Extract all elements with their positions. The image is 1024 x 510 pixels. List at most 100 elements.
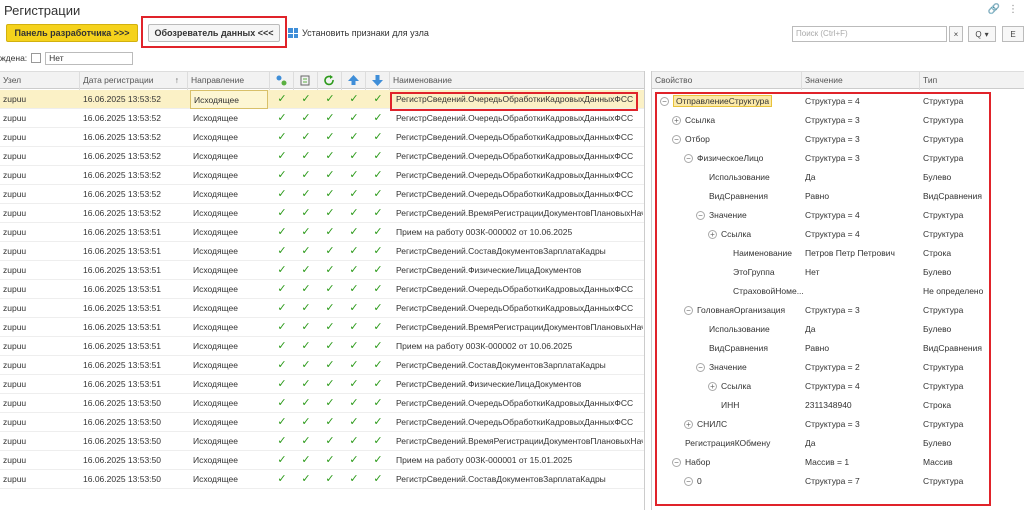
check-icon[interactable]: ✓ [370,470,386,489]
check-icon[interactable]: ✓ [298,413,314,432]
check-icon[interactable]: ✓ [298,204,314,223]
check-icon[interactable]: ✓ [370,223,386,242]
check-icon[interactable]: ✓ [370,356,386,375]
table-row[interactable]: zupuu 16.06.2025 13:53:51 Исходящее ✓ ✓ ✓ ✓ ✓ Пр… [0,223,644,242]
table-row[interactable]: zupuu 16.06.2025 13:53:51 Исходящее ✓ ✓ ✓ ✓ ✓ Ре… [0,242,644,261]
table-row[interactable]: zupuu 16.06.2025 13:53:50 Исходящее ✓ ✓ ✓ ✓ ✓ Ре… [0,470,644,489]
check-icon[interactable]: ✓ [346,166,362,185]
check-icon[interactable]: ✓ [298,451,314,470]
check-icon[interactable]: ✓ [370,147,386,166]
check-icon[interactable]: ✓ [274,185,290,204]
check-icon[interactable]: ✓ [298,280,314,299]
check-icon[interactable]: ✓ [370,337,386,356]
check-icon[interactable]: ✓ [346,470,362,489]
check-icon[interactable]: ✓ [274,166,290,185]
check-icon[interactable]: ✓ [274,413,290,432]
col-property[interactable]: Свойство [652,72,802,90]
check-icon[interactable]: ✓ [322,185,338,204]
check-icon[interactable]: ✓ [322,128,338,147]
check-icon[interactable]: ✓ [346,90,362,109]
check-icon[interactable]: ✓ [274,451,290,470]
check-icon[interactable]: ✓ [274,261,290,280]
check-icon[interactable]: ✓ [322,470,338,489]
check-icon[interactable]: ✓ [322,318,338,337]
check-icon[interactable]: ✓ [298,109,314,128]
col-value[interactable]: Значение [802,72,920,90]
table-row[interactable]: zupuu 16.06.2025 13:53:50 Исходящее ✓ ✓ ✓ ✓ ✓ Ре… [0,413,644,432]
check-icon[interactable]: ✓ [274,432,290,451]
check-icon[interactable]: ✓ [298,432,314,451]
clear-search-button[interactable]: × [949,26,963,42]
check-icon[interactable]: ✓ [346,261,362,280]
check-icon[interactable]: ✓ [298,356,314,375]
check-icon[interactable]: ✓ [322,375,338,394]
more-actions-button[interactable]: Е [1002,26,1024,42]
table-row[interactable]: zupuu 16.06.2025 13:53:51 Исходящее ✓ ✓ ✓ ✓ ✓ Ре… [0,375,644,394]
check-icon[interactable]: ✓ [370,204,386,223]
table-row[interactable]: zupuu 16.06.2025 13:53:52 Исходящее ✓ ✓ ✓ ✓ ✓ Ре… [0,128,644,147]
check-icon[interactable]: ✓ [322,223,338,242]
search-input[interactable]: Поиск (Ctrl+F) [792,26,947,42]
check-icon[interactable]: ✓ [322,109,338,128]
check-icon[interactable]: ✓ [346,356,362,375]
table-row[interactable]: zupuu 16.06.2025 13:53:52 Исходящее ✓ ✓ ✓ ✓ ✓ Ре… [0,147,644,166]
check-icon[interactable]: ✓ [346,299,362,318]
check-icon[interactable]: ✓ [322,166,338,185]
check-icon[interactable]: ✓ [370,242,386,261]
check-icon[interactable]: ✓ [346,185,362,204]
search-button[interactable]: Q ▾ [968,26,996,42]
check-icon[interactable]: ✓ [322,432,338,451]
check-icon[interactable]: ✓ [370,432,386,451]
check-icon[interactable]: ✓ [346,318,362,337]
col-name[interactable]: Наименование [390,72,644,90]
check-icon[interactable]: ✓ [274,223,290,242]
col-flag-3[interactable] [318,72,342,90]
table-row[interactable]: zupuu 16.06.2025 13:53:52 Исходящее ✓ ✓ ✓ ✓ ✓ Ре… [0,166,644,185]
check-icon[interactable]: ✓ [274,204,290,223]
check-icon[interactable]: ✓ [298,337,314,356]
check-icon[interactable]: ✓ [298,90,314,109]
check-icon[interactable]: ✓ [370,109,386,128]
check-icon[interactable]: ✓ [274,337,290,356]
check-icon[interactable]: ✓ [298,166,314,185]
check-icon[interactable]: ✓ [298,147,314,166]
check-icon[interactable]: ✓ [322,261,338,280]
filter-value[interactable]: Нет [45,51,134,65]
check-icon[interactable]: ✓ [322,394,338,413]
check-icon[interactable]: ✓ [346,147,362,166]
check-icon[interactable]: ✓ [346,432,362,451]
check-icon[interactable]: ✓ [274,147,290,166]
check-icon[interactable]: ✓ [274,109,290,128]
check-icon[interactable]: ✓ [346,204,362,223]
table-row[interactable]: zupuu 16.06.2025 13:53:51 Исходящее ✓ ✓ ✓ ✓ ✓ Ре… [0,299,644,318]
check-icon[interactable]: ✓ [370,280,386,299]
check-icon[interactable]: ✓ [298,242,314,261]
check-icon[interactable]: ✓ [370,90,386,109]
check-icon[interactable]: ✓ [298,299,314,318]
col-node[interactable]: Узел [0,72,80,90]
check-icon[interactable]: ✓ [370,261,386,280]
table-row[interactable]: zupuu 16.06.2025 13:53:52 Исходящее ✓ ✓ ✓ ✓ ✓ Ре… [0,185,644,204]
check-icon[interactable]: ✓ [346,337,362,356]
check-icon[interactable]: ✓ [322,337,338,356]
check-icon[interactable]: ✓ [370,394,386,413]
check-icon[interactable]: ✓ [346,280,362,299]
check-icon[interactable]: ✓ [274,280,290,299]
check-icon[interactable]: ✓ [346,223,362,242]
check-icon[interactable]: ✓ [298,318,314,337]
check-icon[interactable]: ✓ [274,90,290,109]
check-icon[interactable]: ✓ [298,394,314,413]
check-icon[interactable]: ✓ [298,470,314,489]
check-icon[interactable]: ✓ [274,356,290,375]
col-type[interactable]: Тип [920,72,1024,90]
check-icon[interactable]: ✓ [274,318,290,337]
table-row[interactable]: zupuu 16.06.2025 13:53:50 Исходящее ✓ ✓ ✓ ✓ ✓ Ре… [0,432,644,451]
check-icon[interactable]: ✓ [370,413,386,432]
check-icon[interactable]: ✓ [322,280,338,299]
check-icon[interactable]: ✓ [274,128,290,147]
check-icon[interactable]: ✓ [346,394,362,413]
dev-panel-button[interactable]: Панель разработчика >>> [6,24,138,42]
table-row[interactable]: zupuu 16.06.2025 13:53:51 Исходящее ✓ ✓ ✓ ✓ ✓ Ре… [0,356,644,375]
check-icon[interactable]: ✓ [346,128,362,147]
check-icon[interactable]: ✓ [346,451,362,470]
